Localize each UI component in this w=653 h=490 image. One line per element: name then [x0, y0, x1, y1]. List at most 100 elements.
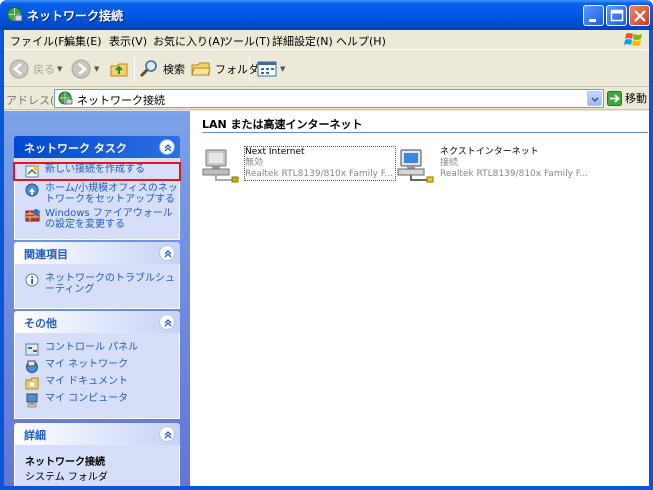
- back-label: 戻る: [33, 63, 55, 76]
- back-dropdown-icon[interactable]: ▼: [57, 65, 62, 73]
- firewall-icon: [25, 209, 40, 222]
- title-bar[interactable]: ネットワーク接続: [0, 0, 653, 30]
- menu-view[interactable]: 表示(V): [109, 33, 147, 49]
- home-network-icon: [25, 183, 39, 197]
- views-button[interactable]: ▼: [256, 55, 285, 83]
- connection-text: ネクストインターネット 接続 Realtek RTL8139/810x Fami…: [440, 147, 588, 180]
- task-setup-home-network[interactable]: ホーム/小規模オフィスのネットワークをセットアップする: [15, 183, 179, 205]
- group-header: LAN または高速インターネット: [202, 118, 363, 131]
- window-title: ネットワーク接続: [27, 9, 124, 23]
- related-body: ネットワークのトラブルシューティング: [14, 264, 180, 309]
- chevron-up-icon: [164, 250, 172, 258]
- minimize-button[interactable]: [583, 5, 604, 26]
- go-label: 移動: [625, 92, 647, 105]
- link-my-network[interactable]: マイ ネットワーク: [15, 359, 179, 374]
- address-dropdown-button[interactable]: [587, 91, 602, 106]
- search-label: 検索: [163, 63, 185, 76]
- network-tasks-header[interactable]: ネットワーク タスク: [14, 136, 180, 158]
- link-label: マイ コンピュータ: [45, 393, 129, 404]
- menu-help[interactable]: ヘルプ(H): [336, 33, 386, 49]
- task-label: ネットワークのトラブルシューティング: [45, 273, 175, 295]
- folder-icon: [191, 62, 211, 76]
- task-create-new-connection[interactable]: 新しい接続を作成する: [13, 162, 181, 181]
- other-places-body: コントロール パネル マイ ネットワーク マイ ドキュメント マイ コンピュータ: [14, 333, 180, 419]
- other-places-header[interactable]: その他: [14, 311, 180, 333]
- maximize-button[interactable]: [606, 5, 627, 26]
- network-tasks-title: ネットワーク タスク: [24, 142, 127, 155]
- search-button[interactable]: 検索: [138, 55, 185, 83]
- details-header[interactable]: 詳細: [14, 423, 180, 445]
- window-client: ファイル(F) 編集(E) 表示(V) お気に入り(A) ツール(T) 詳細設定…: [4, 30, 649, 490]
- back-arrow-icon: [9, 59, 29, 79]
- forward-arrow-icon: [71, 59, 91, 79]
- link-label: コントロール パネル: [45, 342, 139, 353]
- group-divider: [202, 132, 648, 133]
- link-control-panel[interactable]: コントロール パネル: [15, 342, 179, 357]
- close-button[interactable]: [629, 5, 650, 26]
- other-places-panel: その他 コントロール パネル マイ ネットワーク マイ ドキュメント マイ コン…: [14, 311, 180, 419]
- menu-edit[interactable]: 編集(E): [64, 33, 102, 49]
- details-panel: 詳細 ネットワーク接続 システム フォルダ: [14, 423, 180, 490]
- network-tasks-collapse-button[interactable]: [159, 139, 175, 155]
- explorer-window: ネットワーク接続 ファイル(F) 編集(E) 表示(V) お気に入り(A) ツー…: [0, 0, 653, 490]
- address-input[interactable]: ネットワーク接続: [54, 89, 604, 108]
- connection-status: 接続: [440, 158, 459, 168]
- address-value: ネットワーク接続: [77, 94, 165, 107]
- folders-label: フォルダ: [215, 63, 259, 76]
- connection-name: ネクストインターネット: [440, 147, 539, 157]
- network-tasks-panel: ネットワーク タスク 新しい接続を作成する ホーム/小規模オフィスのネットワーク…: [13, 136, 181, 240]
- link-my-computer[interactable]: マイ コンピュータ: [15, 393, 179, 408]
- go-button[interactable]: 移動: [607, 90, 647, 106]
- task-network-troubleshooting[interactable]: ネットワークのトラブルシューティング: [15, 273, 179, 295]
- link-my-documents[interactable]: マイ ドキュメント: [15, 376, 179, 391]
- connection-status: 無効: [245, 158, 264, 168]
- address-bar: アドレス(D) ネットワーク接続 移動: [4, 88, 649, 110]
- network-connections-icon: [58, 91, 73, 105]
- standard-toolbar: 戻る ▼ ▼ 検索 フォルダ ▼: [4, 51, 649, 87]
- connection-item[interactable]: ネクストインターネット 接続 Realtek RTL8139/810x Fami…: [397, 143, 617, 185]
- views-icon: [257, 61, 277, 77]
- other-places-collapse-button[interactable]: [159, 314, 175, 330]
- up-folder-button[interactable]: [108, 55, 130, 83]
- minimize-icon: [589, 19, 596, 22]
- lan-connection-icon: [397, 149, 434, 183]
- network-connections-icon: [7, 7, 23, 22]
- new-connection-icon: [25, 165, 39, 178]
- up-folder-icon: [110, 63, 128, 77]
- info-icon: [25, 273, 39, 287]
- forward-dropdown-icon[interactable]: ▼: [94, 65, 99, 73]
- connection-device: Realtek RTL8139/810x Family F...: [440, 169, 589, 179]
- menu-tools[interactable]: ツール(T): [222, 33, 270, 49]
- connections-view[interactable]: LAN または高速インターネット Next Internet 無効 Realte…: [190, 111, 649, 486]
- forward-button[interactable]: ▼: [70, 55, 99, 83]
- connection-device: Realtek RTL8139/810x Family F...: [245, 169, 394, 179]
- related-header[interactable]: 関連項目: [14, 242, 180, 264]
- link-label: マイ ネットワーク: [45, 359, 129, 370]
- windows-logo-icon: [624, 33, 642, 46]
- details-title: 詳細: [24, 429, 46, 442]
- details-name: ネットワーク接続: [25, 457, 105, 468]
- related-collapse-button[interactable]: [159, 245, 175, 261]
- menu-bar: ファイル(F) 編集(E) 表示(V) お気に入り(A) ツール(T) 詳細設定…: [4, 30, 649, 50]
- link-label: マイ ドキュメント: [45, 376, 129, 387]
- task-change-firewall[interactable]: Windows ファイアウォールの設定を変更する: [15, 208, 179, 230]
- control-panel-icon: [25, 343, 39, 356]
- menu-favorites[interactable]: お気に入り(A): [153, 33, 224, 49]
- my-computer-icon: [26, 393, 38, 408]
- menu-advanced[interactable]: 詳細設定(N): [272, 33, 333, 49]
- menu-file[interactable]: ファイル(F): [10, 33, 69, 49]
- window-bottom-border: [0, 486, 653, 490]
- chevron-up-icon: [164, 144, 172, 152]
- back-button[interactable]: 戻る ▼: [8, 55, 62, 83]
- lan-connection-disabled-icon: [202, 149, 239, 183]
- chevron-down-icon: [591, 97, 599, 103]
- details-type: システム フォルダ: [25, 472, 108, 483]
- toolbar-separator: [134, 57, 135, 81]
- task-label: 新しい接続を作成する: [45, 164, 145, 175]
- views-dropdown-icon[interactable]: ▼: [280, 65, 285, 73]
- connection-name: Next Internet: [245, 147, 305, 157]
- details-collapse-button[interactable]: [159, 426, 175, 442]
- connection-text: Next Internet 無効 Realtek RTL8139/810x Fa…: [243, 146, 397, 181]
- toolbar-separator: [249, 57, 250, 81]
- connection-item[interactable]: Next Internet 無効 Realtek RTL8139/810x Fa…: [202, 143, 407, 185]
